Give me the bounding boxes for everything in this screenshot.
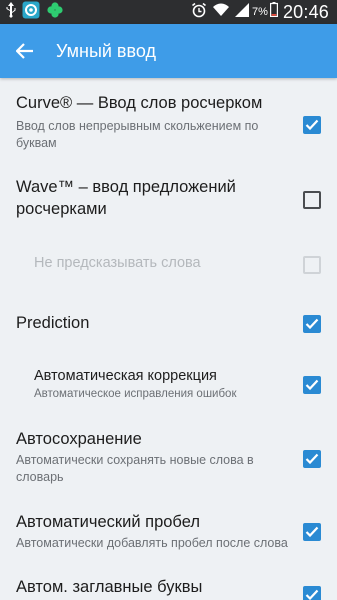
auto-correction-checkbox[interactable] <box>303 376 321 394</box>
alarm-icon <box>191 2 207 23</box>
checkmark-icon <box>305 589 319 600</box>
system-indicators: 7% 20:46 <box>191 0 329 24</box>
no-prediction-checkbox[interactable] <box>303 256 321 274</box>
wave-checkbox[interactable] <box>303 191 321 209</box>
app-bar: Умный ввод <box>0 24 337 78</box>
setting-no-prediction[interactable]: Не предсказывать слова <box>0 252 337 278</box>
setting-curve[interactable]: Curve® — Ввод слов росчерком Ввод слов н… <box>0 92 337 156</box>
setting-prediction[interactable]: Prediction <box>0 312 337 338</box>
curve-checkbox[interactable] <box>303 116 321 134</box>
autosave-checkbox[interactable] <box>303 450 321 468</box>
setting-title: Prediction <box>16 314 90 332</box>
setting-title: Автосохранение <box>16 430 142 448</box>
wifi-icon <box>213 3 230 22</box>
setting-auto-capitalization[interactable]: Автом. заглавные буквы <box>0 576 337 600</box>
setting-title: Автоматический пробел <box>16 513 200 531</box>
checkmark-icon <box>305 119 319 131</box>
setting-summary: Автоматически сохранять новые слова в сл… <box>16 453 254 484</box>
setting-auto-space[interactable]: Автоматический пробел Автоматически доба… <box>0 511 337 557</box>
arrow-back-icon <box>16 43 33 59</box>
battery-percent: 7% <box>252 6 268 18</box>
checkmark-icon <box>305 318 319 330</box>
sync-app-icon <box>22 1 40 24</box>
setting-autosave[interactable]: Автосохранение Автоматически сохранять н… <box>0 428 337 488</box>
setting-auto-correction[interactable]: Автоматическая коррекция Автоматическое … <box>0 365 337 405</box>
setting-wave[interactable]: Wave™ – ввод предложений росчерками <box>0 176 337 226</box>
setting-title: Автом. заглавные буквы <box>16 578 203 596</box>
setting-title: Автоматическая коррекция <box>34 368 217 384</box>
screen: 7% 20:46 Умный ввод Curve® — Ввод слов р… <box>0 0 337 600</box>
signal-icon <box>235 2 250 22</box>
clover-icon <box>46 1 64 24</box>
setting-title: Wave™ – ввод предложений росчерками <box>16 178 236 218</box>
status-bar: 7% 20:46 <box>0 0 337 24</box>
setting-summary: Автоматическое исправления ошибок <box>34 388 237 400</box>
page-title: Умный ввод <box>56 41 156 61</box>
battery-icon <box>269 2 278 22</box>
setting-summary: Ввод слов непрерывным скольжением по бук… <box>16 119 259 150</box>
checkmark-icon <box>305 526 319 538</box>
setting-title: Не предсказывать слова <box>34 255 201 271</box>
checkmark-icon <box>305 453 319 465</box>
auto-space-checkbox[interactable] <box>303 523 321 541</box>
notification-icons <box>6 1 70 24</box>
prediction-checkbox[interactable] <box>303 315 321 333</box>
clock: 20:46 <box>282 1 329 22</box>
usb-icon <box>6 1 16 23</box>
setting-summary: Автоматически добавлять пробел после сло… <box>16 536 288 550</box>
back-button[interactable] <box>10 36 40 66</box>
auto-capitalization-checkbox[interactable] <box>303 586 321 600</box>
setting-title: Curve® — Ввод слов росчерком <box>16 94 263 112</box>
checkmark-icon <box>305 379 319 391</box>
